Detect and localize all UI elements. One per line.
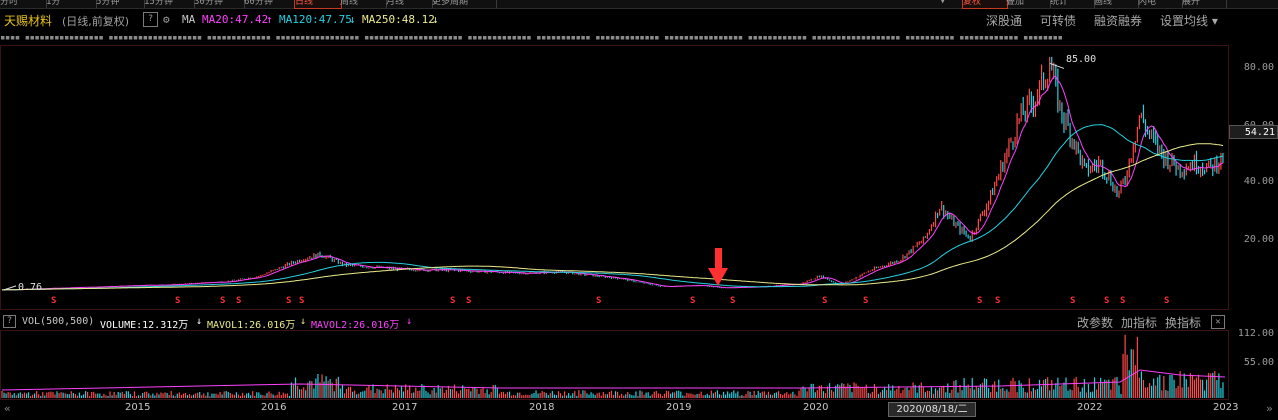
- x-axis-2018: 2018: [529, 402, 555, 413]
- max-price-label: 85.00: [1066, 54, 1097, 65]
- scroll-right-icon[interactable]: »: [1266, 402, 1273, 415]
- dividend-marker[interactable]: S: [236, 296, 241, 306]
- volume-arrow-icon: ↓: [196, 316, 203, 327]
- mavol1-arrow-icon: ↓: [300, 316, 307, 327]
- volume-axis-112: 112.00: [1237, 328, 1274, 339]
- volume-axis-55: 55.00: [1243, 357, 1274, 368]
- dividend-marker[interactable]: S: [995, 296, 1000, 306]
- price-axis-80: 80.00: [1243, 62, 1274, 73]
- x-axis-2017: 2017: [392, 402, 418, 413]
- ma120-line: [2, 124, 1224, 291]
- help-icon[interactable]: ?: [3, 315, 16, 328]
- dividend-marker[interactable]: S: [1120, 296, 1125, 306]
- price-axis-40: 40.00: [1243, 176, 1274, 187]
- mavol2-arrow-icon: ↓: [406, 316, 413, 327]
- volume-title: VOL(500,500): [22, 316, 95, 327]
- volume-header: ? VOL(500,500) VOLUME:12.312万 ↓ MAVOL1:2…: [0, 314, 1230, 331]
- mavol2-value: MAVOL2:26.016万: [311, 320, 400, 331]
- x-axis-2023: 2023: [1213, 402, 1239, 413]
- ma250-line: [2, 143, 1224, 291]
- edit-params-button[interactable]: 改参数: [1077, 314, 1113, 331]
- switch-indicator-button[interactable]: 换指标: [1165, 314, 1201, 331]
- x-axis-2019: 2019: [666, 402, 692, 413]
- x-axis-2022: 2022: [1077, 402, 1103, 413]
- dividend-marker[interactable]: S: [220, 296, 225, 306]
- dividend-marker[interactable]: S: [299, 296, 304, 306]
- dividend-marker[interactable]: S: [822, 296, 827, 306]
- x-axis-2016: 2016: [261, 402, 287, 413]
- volume-value: VOLUME:12.312万: [100, 320, 189, 331]
- dividend-marker[interactable]: S: [51, 296, 56, 306]
- dividend-marker[interactable]: S: [1070, 296, 1075, 306]
- x-axis-2020: 2020: [803, 402, 829, 413]
- min-price-label: 0.76: [18, 282, 43, 293]
- dividend-marker[interactable]: S: [730, 296, 735, 306]
- dividend-marker[interactable]: S: [175, 296, 180, 306]
- x-axis-2015: 2015: [125, 402, 151, 413]
- price-axis-20: 20.00: [1243, 234, 1274, 245]
- dividend-marker[interactable]: S: [286, 296, 291, 306]
- dividend-marker[interactable]: S: [863, 296, 868, 306]
- dividend-marker[interactable]: S: [690, 296, 695, 306]
- dividend-marker[interactable]: S: [596, 296, 601, 306]
- close-icon[interactable]: ✕: [1211, 315, 1225, 329]
- dividend-marker[interactable]: S: [1104, 296, 1109, 306]
- current-price-tag: 54.21: [1229, 125, 1278, 139]
- dividend-marker[interactable]: S: [466, 296, 471, 306]
- dividend-marker[interactable]: S: [1164, 296, 1169, 306]
- hover-date-box: 2020/08/18/二: [888, 402, 976, 417]
- dividend-marker[interactable]: S: [450, 296, 455, 306]
- mavol1-value: MAVOL1:26.016万: [207, 320, 296, 331]
- dividend-marker[interactable]: S: [977, 296, 982, 306]
- scroll-left-icon[interactable]: «: [4, 402, 11, 415]
- annotation-arrow-icon: [708, 248, 728, 286]
- add-indicator-button[interactable]: 加指标: [1121, 314, 1157, 331]
- ma20-line: [2, 75, 1224, 291]
